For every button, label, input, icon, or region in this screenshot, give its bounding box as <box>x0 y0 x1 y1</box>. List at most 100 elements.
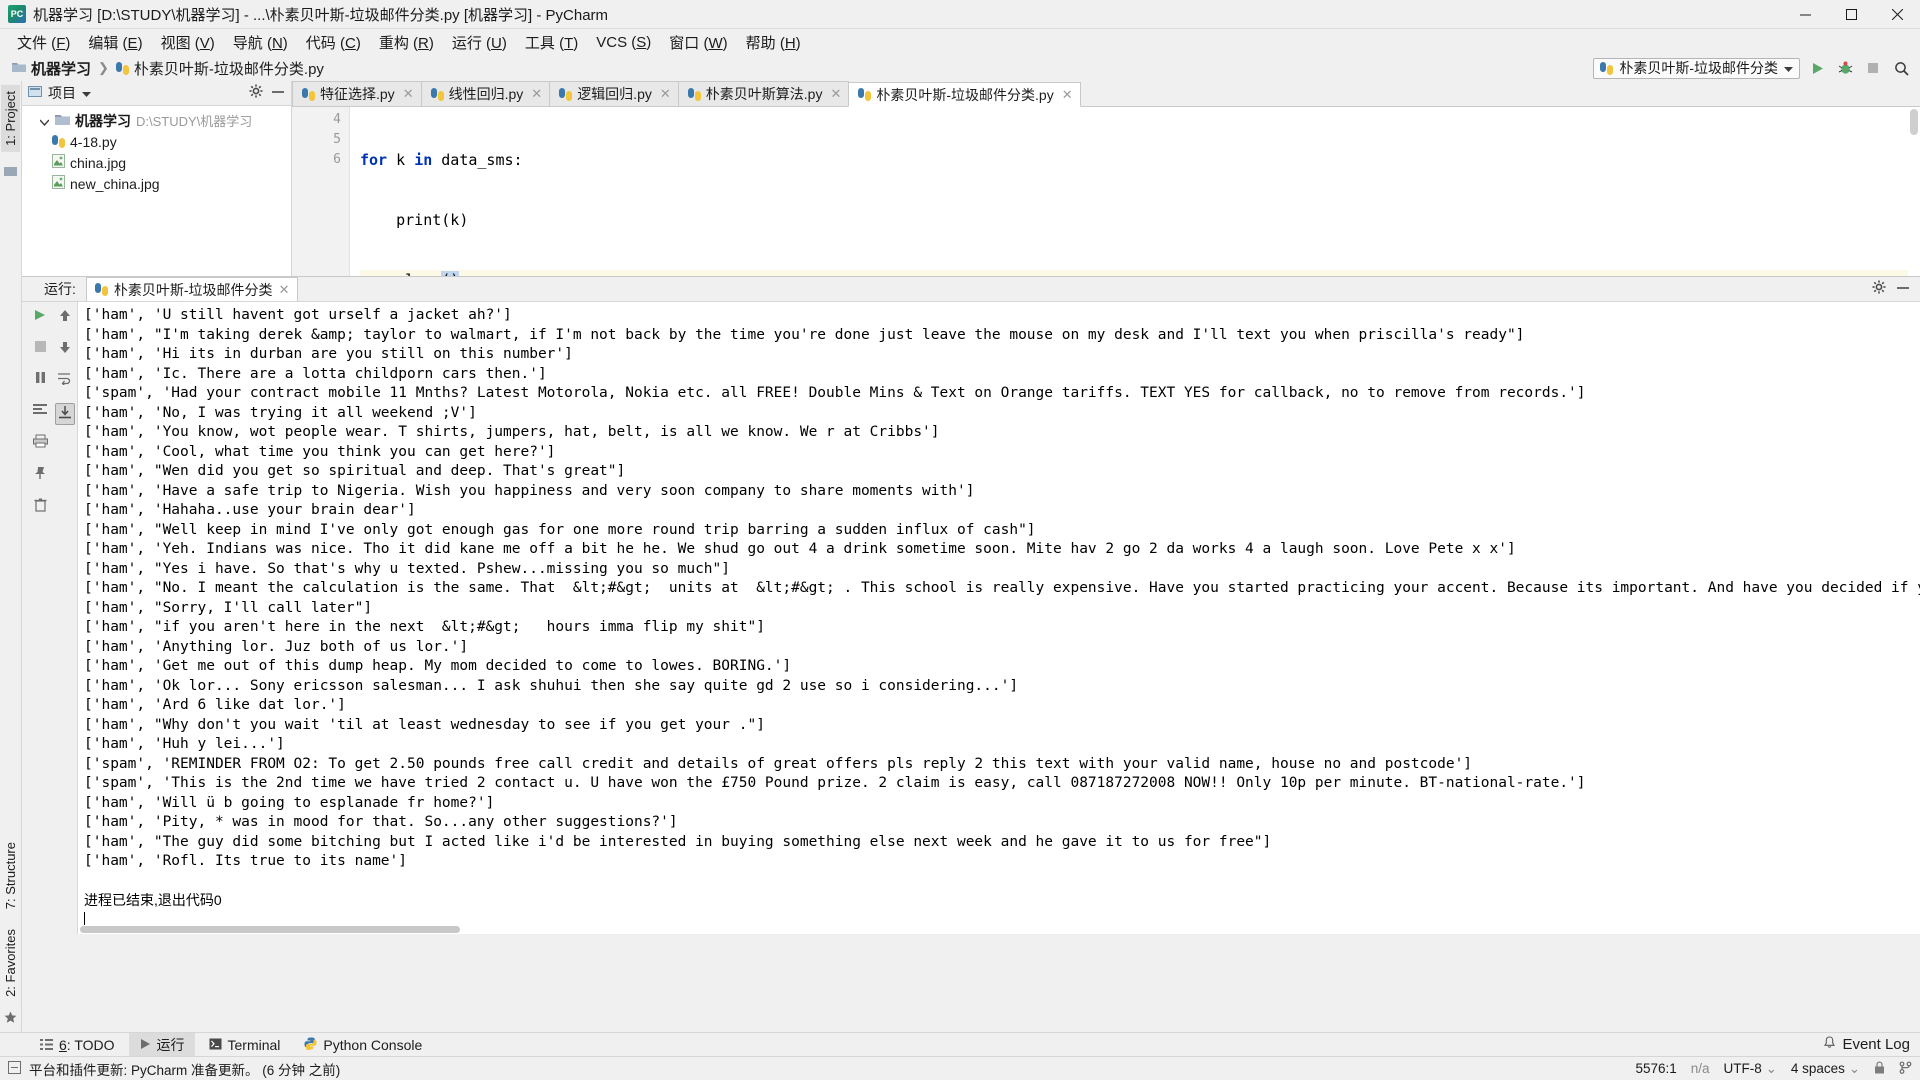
chevron-down-icon[interactable] <box>39 113 50 129</box>
hide-panel-icon[interactable] <box>271 85 285 102</box>
editor-tab-1[interactable]: 线性回归.py ✕ <box>420 81 551 106</box>
menu-help-key: H <box>784 34 796 52</box>
scrollbar-thumb[interactable] <box>80 926 460 933</box>
run-configuration-selector[interactable]: 朴素贝叶斯-垃圾邮件分类 <box>1593 57 1800 79</box>
pin-icon[interactable] <box>33 466 47 484</box>
minimize-button[interactable] <box>1782 0 1828 29</box>
down-icon[interactable] <box>58 340 72 358</box>
editor-tab-4[interactable]: 朴素贝叶斯-垃圾邮件分类.py ✕ <box>848 82 1081 107</box>
rerun-icon[interactable] <box>33 308 47 326</box>
bottom-tab-terminal[interactable]: Terminal <box>199 1035 291 1055</box>
up-icon[interactable] <box>58 308 72 326</box>
breadcrumb-project[interactable]: 机器学习 <box>8 57 95 80</box>
menu-window[interactable]: 窗口 (W) <box>660 30 736 55</box>
search-everywhere-button[interactable] <box>1890 57 1912 79</box>
console-horizontal-scrollbar[interactable] <box>78 925 1920 934</box>
editor-vertical-scrollbar[interactable] <box>1908 107 1920 276</box>
tree-row-root[interactable]: 机器学习 D:\STUDY\机器学习 <box>22 110 291 131</box>
scrollbar-thumb[interactable] <box>1910 109 1918 135</box>
close-icon[interactable]: ✕ <box>660 86 671 102</box>
project-panel: 项目 机器学习 D:\STUDY\机器学习 4-18.py china.jpg … <box>22 81 292 276</box>
file-encoding[interactable]: UTF-8 ⌄ <box>1724 1061 1777 1077</box>
run-window-label: 运行: <box>44 281 76 297</box>
project-icon <box>28 85 42 102</box>
menu-run[interactable]: 运行 (U) <box>443 30 516 55</box>
run-button[interactable] <box>1806 57 1828 79</box>
chevron-down-icon[interactable] <box>82 85 91 102</box>
menu-edit[interactable]: 编辑 (E) <box>79 30 151 55</box>
code-editor[interactable]: 4 5 6 for k in data_sms: print(k) sms.cl… <box>292 107 1920 276</box>
sidebar-item-structure[interactable]: 7: Structure <box>1 836 20 915</box>
menu-code[interactable]: 代码 (C) <box>297 30 370 55</box>
gear-icon[interactable] <box>1872 280 1886 298</box>
print-icon[interactable] <box>32 434 48 452</box>
python-file-icon <box>52 135 65 148</box>
menu-help[interactable]: 帮助 (H) <box>737 30 810 55</box>
hide-panel-icon[interactable] <box>1896 281 1910 298</box>
menu-file-label: 文件 <box>17 34 48 52</box>
window-controls <box>1782 0 1920 29</box>
git-branch-icon[interactable] <box>1899 1061 1912 1077</box>
caret-position[interactable]: 5576:1 <box>1635 1061 1676 1076</box>
code-text[interactable]: for k in data_sms: print(k) sms.close() <box>350 107 1920 276</box>
close-icon[interactable]: ✕ <box>279 282 290 298</box>
editor-tab-2[interactable]: 逻辑回归.py ✕ <box>549 81 679 106</box>
menu-view[interactable]: 视图 (V) <box>152 30 224 55</box>
pause-icon[interactable] <box>34 371 47 388</box>
stop-button[interactable] <box>1862 57 1884 79</box>
bottom-bar-right: Event Log <box>1823 1036 1920 1053</box>
breadcrumb-file[interactable]: 朴素贝叶斯-垃圾邮件分类.py <box>112 57 328 80</box>
run-window-header: 运行: 朴素贝叶斯-垃圾邮件分类 ✕ <box>22 277 1920 302</box>
console-output[interactable]: ['ham', 'U still havent got urself a jac… <box>78 302 1920 934</box>
console-line-25: ['ham', 'Will ü b going to esplanade fr … <box>84 794 495 811</box>
console-line-28: ['ham', 'Rofl. Its true to its name'] <box>84 853 408 869</box>
run-tool-window: 运行: 朴素贝叶斯-垃圾邮件分类 ✕ ['ham', 'U still have… <box>22 276 1920 934</box>
menu-file-key: F <box>56 34 66 52</box>
sidebar-item-favorites[interactable]: 2: Favorites <box>1 923 20 1003</box>
console-line-27: ['ham', "The guy did some bitching but I… <box>84 833 1272 850</box>
bottom-tab-run[interactable]: 运行 <box>128 1032 195 1057</box>
close-icon[interactable]: ✕ <box>1062 87 1073 103</box>
indent-setting[interactable]: 4 spaces ⌄ <box>1791 1061 1860 1077</box>
close-icon[interactable]: ✕ <box>830 86 841 102</box>
debug-button[interactable] <box>1834 57 1856 79</box>
menu-file[interactable]: 文件 (F) <box>8 30 79 55</box>
bottom-tab-python-console[interactable]: Python Console <box>294 1035 432 1055</box>
close-icon[interactable]: ✕ <box>403 86 414 102</box>
status-message[interactable]: 平台和插件更新: PyCharm 准备更新。 (6 分钟 之前) <box>29 1059 340 1079</box>
menu-vcs[interactable]: VCS (S) <box>587 32 660 53</box>
run-window-tab[interactable]: 朴素贝叶斯-垃圾邮件分类 ✕ <box>85 277 299 301</box>
indent-setting-label: 4 spaces <box>1790 1060 1845 1076</box>
menu-refactor[interactable]: 重构 (R) <box>370 30 443 55</box>
close-button[interactable] <box>1874 0 1920 29</box>
menu-refactor-label: 重构 <box>378 34 409 52</box>
breadcrumb-file-label: 朴素贝叶斯-垃圾邮件分类.py <box>133 60 324 78</box>
clear-all-icon[interactable] <box>34 498 47 516</box>
wrap-lines-icon[interactable] <box>57 372 72 389</box>
maximize-button[interactable] <box>1828 0 1874 29</box>
tree-row-file-1[interactable]: china.jpg <box>22 152 291 173</box>
editor-tab-0[interactable]: 特征选择.py ✕ <box>292 81 422 106</box>
console-line-1: ['ham', "I'm taking derek &amp; taylor t… <box>84 326 1525 343</box>
console-line-13: ['ham', "Yes i have. So that's why u tex… <box>84 560 731 577</box>
stop-icon[interactable] <box>34 340 47 357</box>
scroll-to-end-icon[interactable] <box>54 403 75 425</box>
gear-icon[interactable] <box>249 84 263 102</box>
tree-row-file-0[interactable]: 4-18.py <box>22 131 291 152</box>
tree-row-file-2[interactable]: new_china.jpg <box>22 173 291 194</box>
menu-tools[interactable]: 工具 (T) <box>516 30 587 55</box>
run-tool-col-left <box>28 308 53 934</box>
menu-navigate[interactable]: 导航 (N) <box>224 30 297 55</box>
editor-tab-3[interactable]: 朴素贝叶斯算法.py ✕ <box>677 81 850 106</box>
line-separator[interactable]: n/a <box>1691 1061 1710 1076</box>
soft-wrap-icon[interactable] <box>33 402 48 420</box>
console-line-7: ['ham', 'Cool, what time you think you c… <box>84 443 556 460</box>
close-icon[interactable]: ✕ <box>531 86 542 102</box>
run-tool-col-right <box>53 308 78 934</box>
sidebar-item-project[interactable]: 1: Project <box>1 85 20 152</box>
star-icon[interactable] <box>4 1011 17 1028</box>
tree-root-path: D:\STUDY\机器学习 <box>136 114 253 129</box>
lock-icon[interactable] <box>1874 1061 1885 1077</box>
bottom-tab-todo[interactable]: 6: TODO <box>30 1035 125 1055</box>
event-log-label[interactable]: Event Log <box>1842 1036 1910 1053</box>
